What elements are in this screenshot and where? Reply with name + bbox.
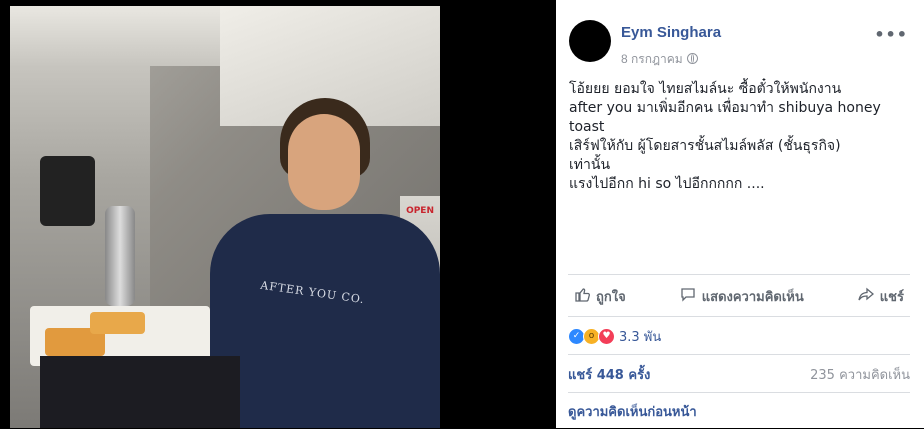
share-label: แชร์ (879, 289, 904, 305)
thumbs-up-icon (574, 286, 590, 306)
action-bar: ถูกใจ แสดงความคิดเห็น แชร์ (568, 274, 910, 317)
comment-icon (680, 286, 696, 306)
photo-viewer[interactable]: OPEN AFTER YOU CO. (0, 0, 556, 428)
comment-button[interactable]: แสดงความคิดเห็น (674, 286, 810, 307)
post-stats: แชร์ 448 ครั้ง 235 ความคิดเห็น (568, 354, 910, 393)
post-header: Eym Singhara 8 กรกฎาคม ••• (569, 20, 924, 66)
globe-icon (686, 53, 698, 64)
reactions-summary[interactable]: ✓ o ♥ 3.3 พัน (568, 316, 910, 355)
like-label: ถูกใจ (596, 289, 626, 305)
thermos (105, 206, 135, 306)
reaction-count[interactable]: 3.3 พัน (619, 326, 661, 347)
comment-count[interactable]: 235 ความคิดเห็น (810, 364, 910, 385)
post-photo[interactable]: OPEN AFTER YOU CO. (10, 6, 440, 428)
post-panel: Eym Singhara 8 กรกฎาคม ••• โอ้ยยย ยอมใจ … (556, 0, 924, 428)
avatar[interactable] (569, 20, 611, 62)
more-options-button[interactable]: ••• (874, 25, 908, 44)
galley-cabinet (10, 6, 220, 66)
share-icon (858, 286, 874, 306)
author-name[interactable]: Eym Singhara (621, 24, 721, 41)
coffee-maker (40, 156, 95, 226)
honey-toast (90, 312, 145, 334)
share-button[interactable]: แชร์ (852, 286, 910, 307)
person-shirt (210, 214, 440, 428)
post-date[interactable]: 8 กรกฎาคม (621, 52, 683, 66)
share-count[interactable]: แชร์ 448 ครั้ง (568, 364, 650, 385)
door-open-sign: OPEN (406, 206, 434, 216)
person-face (288, 114, 360, 210)
love-icon: ♥ (598, 327, 615, 345)
post-meta: 8 กรกฎาคม (621, 50, 698, 69)
view-previous-comments-link[interactable]: ดูความคิดเห็นก่อนหน้า (568, 392, 910, 429)
post-text: โอ้ยยย ยอมใจ ไทยสไมล์นะ ซื้อตั๋วให้พนักง… (569, 81, 881, 192)
serving-box (40, 356, 240, 428)
like-button[interactable]: ถูกใจ (568, 286, 632, 307)
comment-label: แสดงความคิดเห็น (701, 289, 804, 305)
